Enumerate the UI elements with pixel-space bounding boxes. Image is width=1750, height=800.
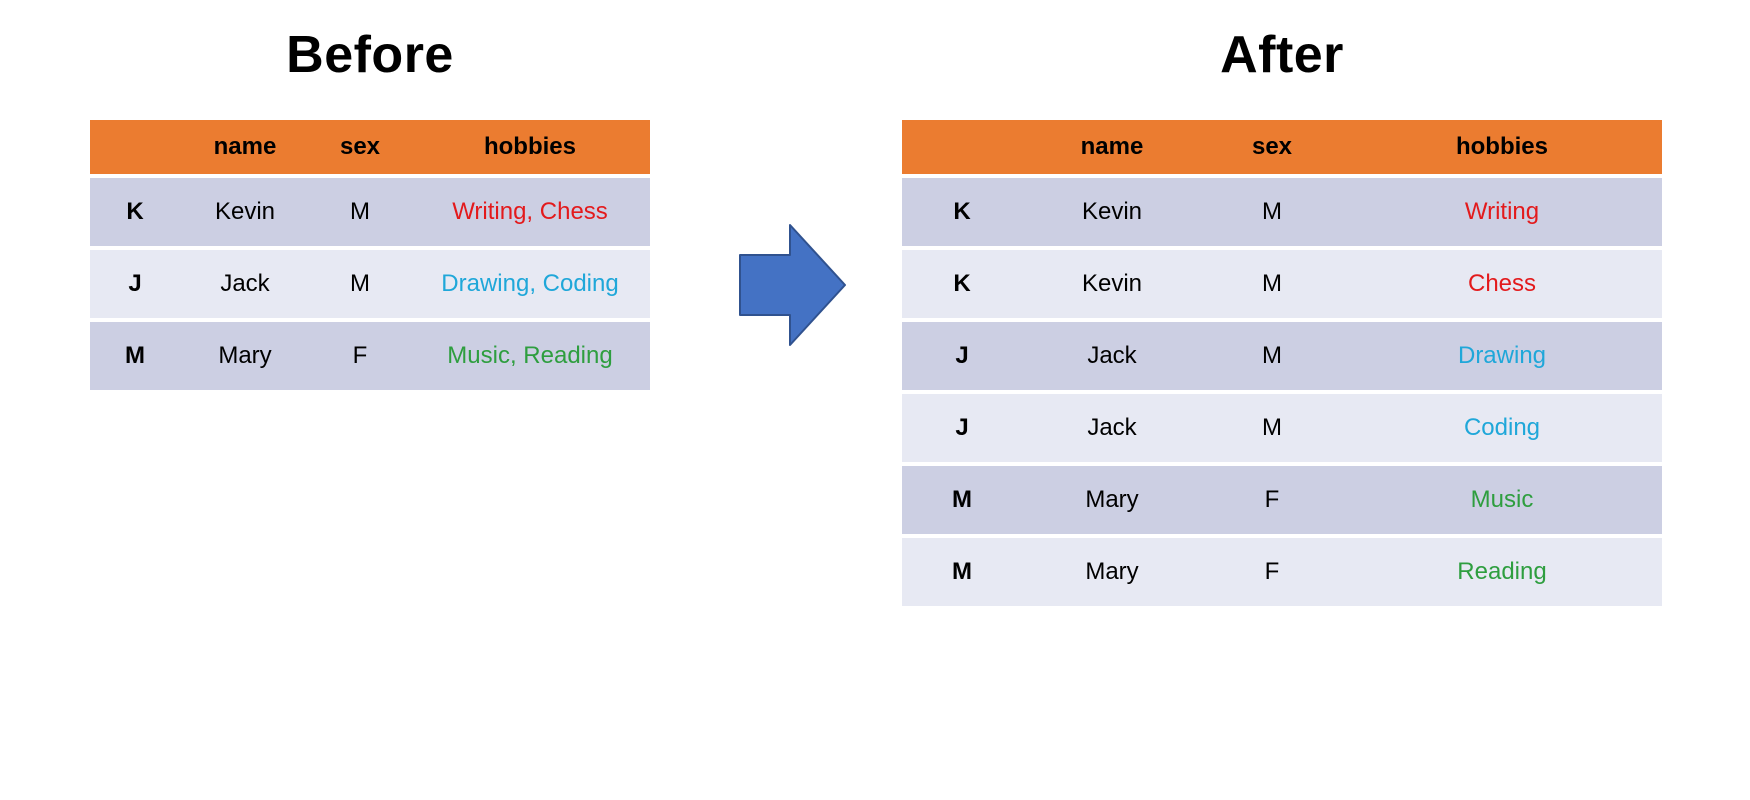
table-header-row: name sex hobbies (902, 120, 1662, 174)
cell-sex: M (1202, 250, 1342, 318)
col-name: name (1022, 120, 1202, 174)
cell-sex: M (1202, 178, 1342, 246)
table-row: KKevinMWriting (902, 178, 1662, 246)
title-after: After (902, 25, 1662, 85)
cell-hobbies: Reading (1342, 538, 1662, 606)
cell-sex: F (1202, 538, 1342, 606)
table-row: MMaryFMusic, Reading (90, 322, 650, 390)
col-sex: sex (1202, 120, 1342, 174)
cell-name: Mary (1022, 466, 1202, 534)
cell-sex: F (1202, 466, 1342, 534)
col-index (90, 120, 180, 174)
before-table: name sex hobbies KKevinMWriting, ChessJJ… (90, 116, 650, 394)
cell-sex: M (1202, 394, 1342, 462)
table-row: KKevinMChess (902, 250, 1662, 318)
cell-name: Jack (1022, 394, 1202, 462)
cell-index: K (902, 250, 1022, 318)
cell-index: J (902, 322, 1022, 390)
col-sex: sex (310, 120, 410, 174)
cell-name: Kevin (1022, 250, 1202, 318)
cell-hobbies: Music, Reading (410, 322, 650, 390)
col-index (902, 120, 1022, 174)
cell-hobbies: Music (1342, 466, 1662, 534)
cell-hobbies: Drawing, Coding (410, 250, 650, 318)
cell-name: Kevin (1022, 178, 1202, 246)
cell-index: M (902, 466, 1022, 534)
cell-index: J (90, 250, 180, 318)
cell-sex: M (310, 250, 410, 318)
table-row: JJackMDrawing (902, 322, 1662, 390)
cell-index: K (902, 178, 1022, 246)
cell-name: Mary (1022, 538, 1202, 606)
table-row: MMaryFReading (902, 538, 1662, 606)
table-row: KKevinMWriting, Chess (90, 178, 650, 246)
cell-sex: F (310, 322, 410, 390)
cell-hobbies: Writing (1342, 178, 1662, 246)
cell-index: M (90, 322, 180, 390)
cell-sex: M (310, 178, 410, 246)
cell-index: K (90, 178, 180, 246)
table-row: MMaryFMusic (902, 466, 1662, 534)
cell-index: J (902, 394, 1022, 462)
title-before: Before (90, 25, 650, 85)
cell-hobbies: Coding (1342, 394, 1662, 462)
cell-index: M (902, 538, 1022, 606)
cell-name: Kevin (180, 178, 310, 246)
cell-hobbies: Writing, Chess (410, 178, 650, 246)
cell-name: Jack (1022, 322, 1202, 390)
table-row: JJackMCoding (902, 394, 1662, 462)
col-hobbies: hobbies (1342, 120, 1662, 174)
cell-sex: M (1202, 322, 1342, 390)
table-row: JJackMDrawing, Coding (90, 250, 650, 318)
after-table: name sex hobbies KKevinMWritingKKevinMCh… (902, 116, 1662, 610)
cell-name: Jack (180, 250, 310, 318)
cell-hobbies: Drawing (1342, 322, 1662, 390)
col-name: name (180, 120, 310, 174)
cell-hobbies: Chess (1342, 250, 1662, 318)
col-hobbies: hobbies (410, 120, 650, 174)
table-header-row: name sex hobbies (90, 120, 650, 174)
arrow-right-icon (730, 215, 850, 355)
cell-name: Mary (180, 322, 310, 390)
